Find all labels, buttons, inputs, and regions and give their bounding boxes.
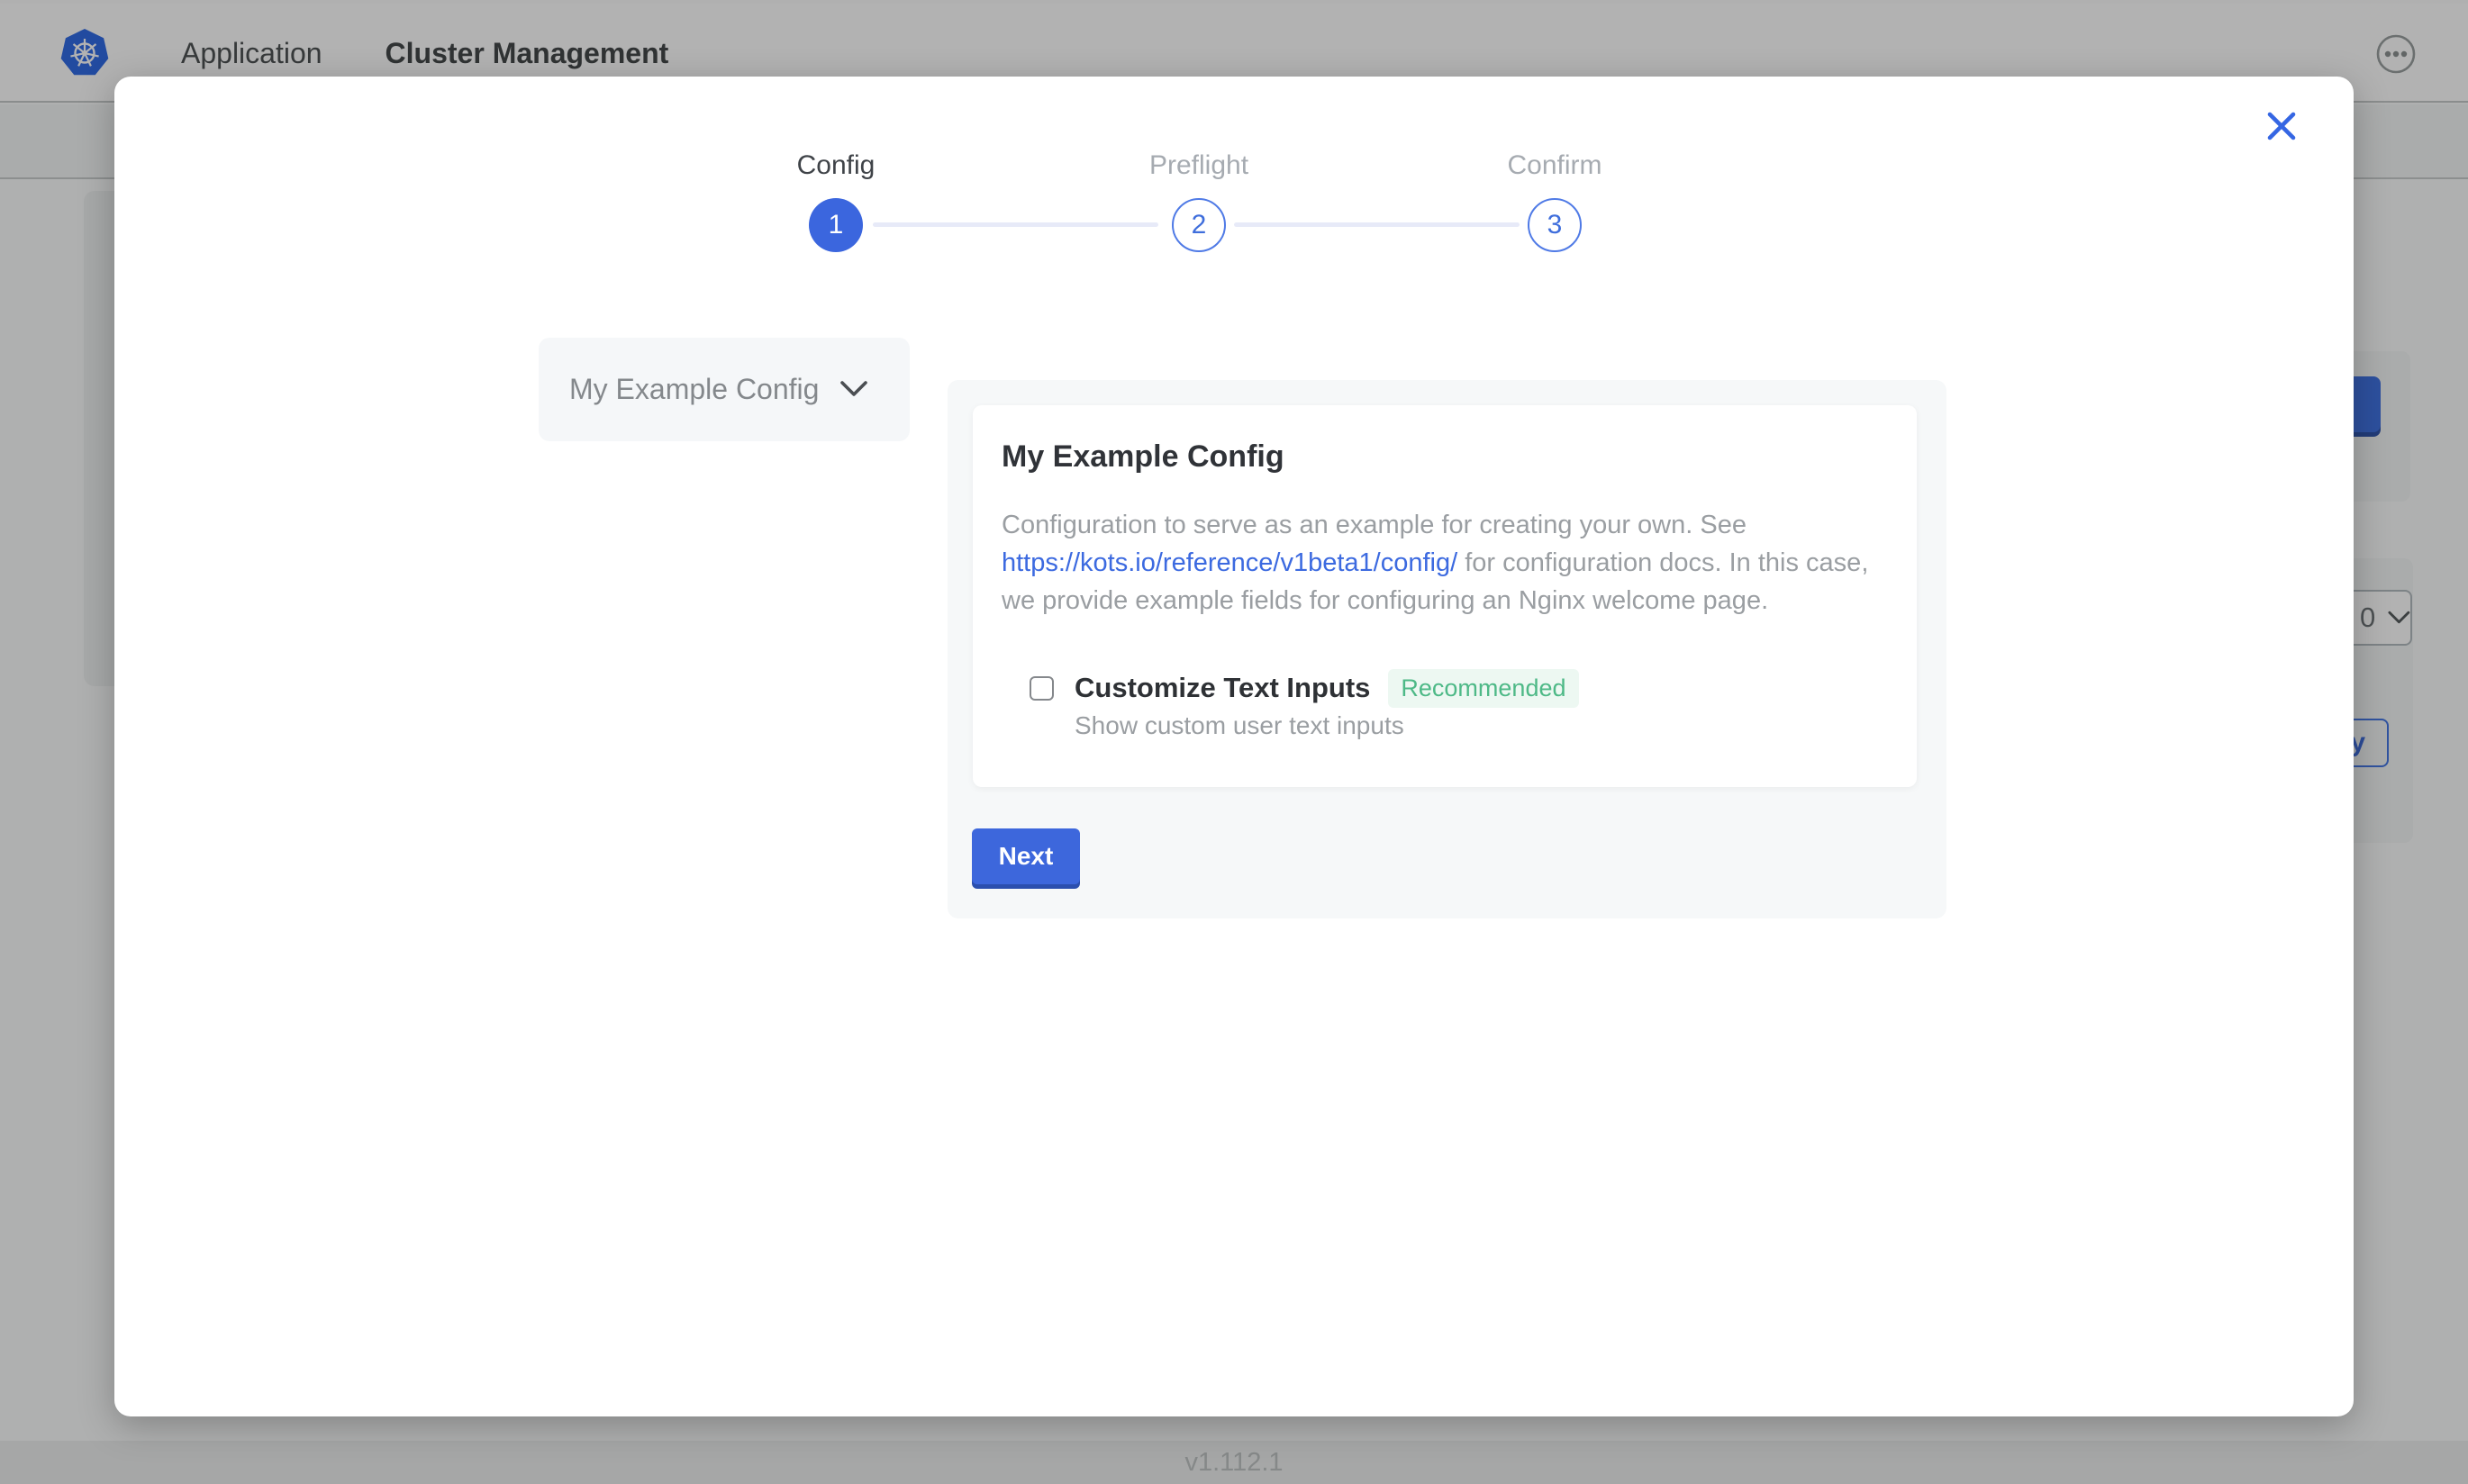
config-group-title: My Example Config — [1002, 439, 1284, 475]
step-label-config: Config — [797, 150, 876, 181]
step-label-confirm: Confirm — [1507, 150, 1601, 181]
chevron-down-icon — [840, 381, 867, 398]
step-connector — [873, 222, 1158, 227]
checkbox-label[interactable]: Customize Text Inputs — [1075, 672, 1370, 704]
screen: Application Cluster Management 0 — [0, 0, 2468, 1484]
customize-text-inputs-checkbox[interactable] — [1030, 676, 1054, 701]
recommended-badge: Recommended — [1388, 669, 1578, 708]
step-circle-config[interactable]: 1 — [809, 198, 863, 252]
step-connector — [1234, 222, 1520, 227]
config-group-description: Configuration to serve as an example for… — [1002, 506, 1893, 620]
description-line: we provide example fields for configurin… — [1002, 582, 1893, 620]
next-button[interactable]: Next — [972, 828, 1080, 884]
config-group-dropdown-label: My Example Config — [569, 373, 819, 406]
config-group-card: My Example Config Configuration to serve… — [973, 405, 1917, 787]
config-panel: My Example Config Configuration to serve… — [948, 380, 1946, 918]
close-icon[interactable] — [2264, 109, 2300, 145]
description-line: https://kots.io/reference/v1beta1/config… — [1002, 544, 1893, 582]
description-line: Configuration to serve as an example for… — [1002, 506, 1893, 544]
checkbox-row: Customize Text Inputs Recommended — [1030, 668, 1579, 708]
config-group-dropdown[interactable]: My Example Config — [539, 338, 910, 441]
step-label-preflight: Preflight — [1149, 150, 1248, 181]
step-circle-preflight[interactable]: 2 — [1172, 198, 1226, 252]
config-wizard-modal: Config Preflight Confirm 1 2 3 My Exampl… — [114, 77, 2354, 1416]
docs-link[interactable]: https://kots.io/reference/v1beta1/config… — [1002, 548, 1457, 577]
step-circle-confirm[interactable]: 3 — [1528, 198, 1582, 252]
checkbox-help-text: Show custom user text inputs — [1075, 711, 1404, 740]
